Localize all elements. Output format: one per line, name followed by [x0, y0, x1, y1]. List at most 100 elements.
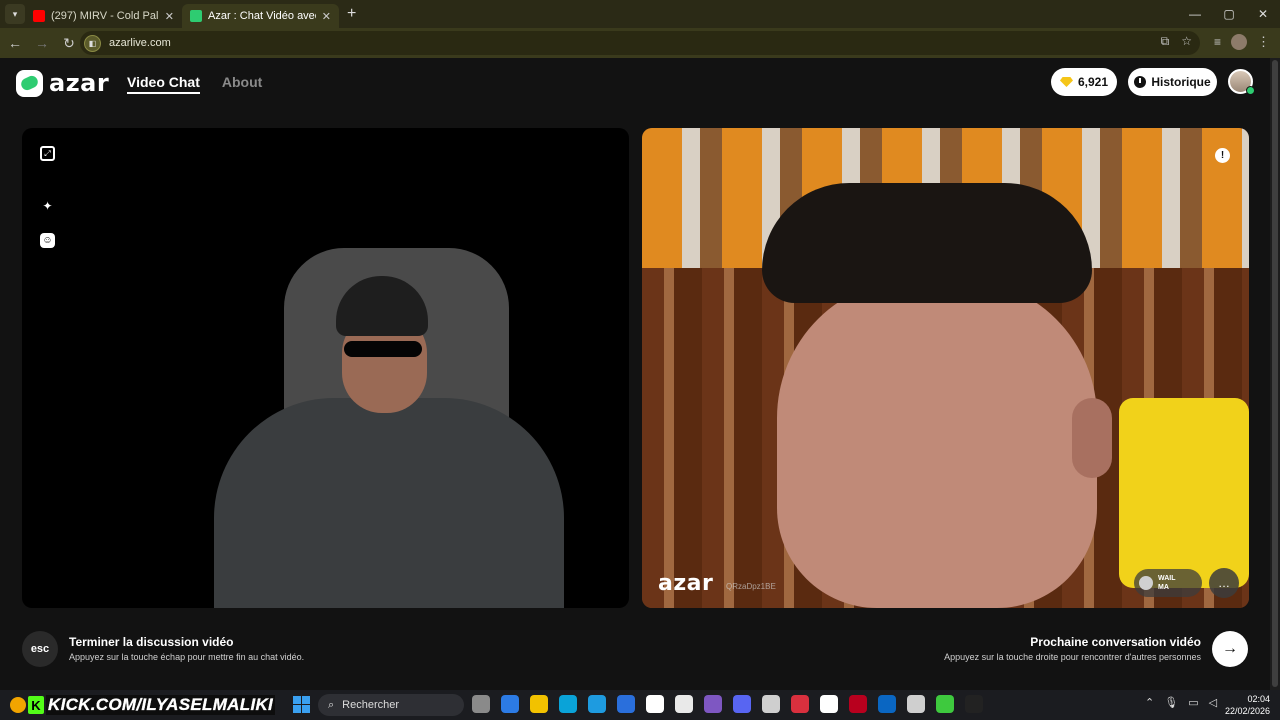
tab-search-button[interactable]: ▾ — [5, 4, 25, 24]
tab-youtube[interactable]: (297) MIRV - Cold Palmer (offic ✕ — [25, 4, 182, 28]
yellow-pillow — [1119, 398, 1249, 588]
partner-face — [777, 278, 1097, 608]
taskbar-clock[interactable]: 02:04 22/02/2026 — [1225, 693, 1270, 717]
end-chat-subtitle: Appuyez sur la touche échap pour mettre … — [69, 652, 305, 662]
pinned-app-icon[interactable] — [501, 695, 519, 713]
minimize-button[interactable]: — — [1178, 0, 1212, 28]
pinned-apps — [472, 695, 983, 713]
bookmark-star-icon[interactable]: ☆ — [1181, 34, 1192, 49]
tab-title: Azar : Chat Vidéo avec de n — [208, 10, 316, 22]
gems-balance-button[interactable]: 6,921 — [1051, 68, 1117, 96]
azar-page: azar Video Chat About 6,921 Historique ⤢… — [0, 58, 1270, 690]
user-icon — [1139, 576, 1153, 590]
pinned-app-icon[interactable] — [733, 695, 751, 713]
pinned-app-icon[interactable] — [675, 695, 693, 713]
video-watermark-logo: azar — [658, 571, 714, 596]
new-tab-button[interactable]: + — [347, 5, 356, 23]
end-chat-button[interactable]: esc — [22, 631, 58, 667]
pinned-app-icon[interactable] — [588, 695, 606, 713]
gems-count: 6,921 — [1077, 75, 1109, 89]
back-icon[interactable]: ← — [3, 35, 27, 51]
browser-tab-bar: ▾ (297) MIRV - Cold Palmer (offic ✕ Azar… — [0, 0, 1280, 28]
video-id: QRzaDpz1BE — [726, 582, 776, 591]
url-text: azarlive.com — [109, 37, 171, 49]
report-button[interactable]: ! — [1215, 148, 1230, 163]
moon-icon — [10, 697, 26, 713]
tab-close-icon[interactable]: ✕ — [165, 10, 174, 23]
windows-start-icon[interactable] — [293, 696, 310, 713]
pinned-app-icon[interactable] — [559, 695, 577, 713]
partner-hair — [762, 183, 1092, 303]
kick-overlay-text: KICK.COM/ILYASELMALIKI — [46, 695, 276, 715]
page-scrollbar[interactable] — [1270, 58, 1280, 690]
nav-video-chat[interactable]: Video Chat — [127, 74, 200, 94]
azar-icon — [190, 10, 202, 22]
magic-wand-icon[interactable]: ✦ — [40, 198, 55, 213]
close-window-button[interactable]: ✕ — [1246, 0, 1280, 28]
clock-date: 22/02/2026 — [1224, 706, 1270, 716]
next-chat-title: Prochaine conversation vidéo — [1030, 635, 1201, 649]
end-chat-title: Terminer la discussion vidéo — [69, 635, 234, 649]
maximize-button[interactable]: ▢ — [1212, 0, 1246, 28]
kick-logo-icon: K — [28, 696, 44, 714]
pinned-app-icon[interactable] — [965, 695, 983, 713]
install-app-icon[interactable]: ⧉ — [1161, 34, 1170, 49]
windows-taskbar: K KICK.COM/ILYASELMALIKI ⌕ Rechercher ⌃ … — [0, 690, 1280, 720]
azar-logo-icon — [16, 69, 43, 97]
gem-icon — [1059, 77, 1073, 87]
site-info-icon[interactable]: ◧ — [84, 34, 101, 52]
media-controls-icon[interactable]: ≡ — [1214, 35, 1221, 49]
tray-chevron-icon[interactable]: ⌃ — [1145, 696, 1154, 709]
url-field[interactable]: ◧ azarlive.com ⧉ ☆ — [80, 31, 1200, 55]
address-bar: ← → ↻ ◧ azarlive.com ⧉ ☆ ≡ ⋮ — [0, 28, 1280, 58]
profile-avatar-icon[interactable] — [1231, 34, 1247, 50]
expand-icon[interactable]: ⤢ — [40, 146, 55, 161]
chat-bubble-icon[interactable]: … — [1209, 568, 1239, 598]
person-sunglasses — [344, 341, 422, 357]
pinned-app-icon[interactable] — [530, 695, 548, 713]
tab-title: (297) MIRV - Cold Palmer (offic — [51, 10, 159, 22]
history-label: Historique — [1151, 75, 1211, 89]
pinned-app-icon[interactable] — [878, 695, 896, 713]
pinned-app-icon[interactable] — [907, 695, 925, 713]
scrollbar-thumb[interactable] — [1272, 60, 1278, 687]
window-controls: — ▢ ✕ — [1178, 0, 1280, 28]
partner-profile-chip[interactable]: WAIL MA — [1134, 569, 1202, 597]
youtube-icon — [33, 10, 45, 22]
history-button[interactable]: Historique — [1128, 68, 1217, 96]
self-video: ⤢ ✦ ☺ — [22, 128, 629, 608]
clock-time: 02:04 — [1247, 694, 1270, 704]
azar-logo[interactable]: azar — [16, 69, 109, 97]
tab-azar[interactable]: Azar : Chat Vidéo avec de n ✕ — [182, 4, 339, 28]
taskbar-search[interactable]: ⌕ Rechercher — [318, 694, 464, 716]
next-chat-button[interactable]: → — [1212, 631, 1248, 667]
next-chat-subtitle: Appuyez sur la touche droite pour rencon… — [944, 652, 1201, 662]
pinned-app-icon[interactable] — [791, 695, 809, 713]
menu-kebab-icon[interactable]: ⋮ — [1257, 34, 1270, 50]
pinned-app-icon[interactable] — [617, 695, 635, 713]
reload-icon[interactable]: ↻ — [57, 35, 81, 52]
partner-ear — [1072, 398, 1112, 478]
face-icon[interactable]: ☺ — [40, 233, 55, 248]
pinned-app-icon[interactable] — [472, 695, 490, 713]
pinned-app-icon[interactable] — [762, 695, 780, 713]
online-status-icon — [1246, 86, 1255, 95]
pinned-app-icon[interactable] — [820, 695, 838, 713]
partner-name: WAIL — [1158, 575, 1176, 582]
pinned-app-icon[interactable] — [646, 695, 664, 713]
logo-text: azar — [49, 69, 110, 97]
pinned-app-icon[interactable] — [704, 695, 722, 713]
forward-icon[interactable]: → — [30, 35, 54, 51]
microphone-icon[interactable]: 🎙 — [1164, 696, 1178, 709]
person-body — [214, 398, 564, 608]
system-tray: ⌃ 🎙 ▭ ◁ — [1145, 696, 1217, 709]
volume-icon[interactable]: ◁ — [1209, 696, 1217, 709]
tab-close-icon[interactable]: ✕ — [322, 10, 331, 23]
user-avatar[interactable] — [1228, 69, 1255, 95]
search-icon: ⌕ — [328, 698, 335, 711]
pinned-app-icon[interactable] — [936, 695, 954, 713]
network-icon[interactable]: ▭ — [1188, 696, 1198, 709]
nav-about[interactable]: About — [222, 74, 262, 94]
main-nav: Video Chat About — [127, 74, 262, 94]
pinned-app-icon[interactable] — [849, 695, 867, 713]
